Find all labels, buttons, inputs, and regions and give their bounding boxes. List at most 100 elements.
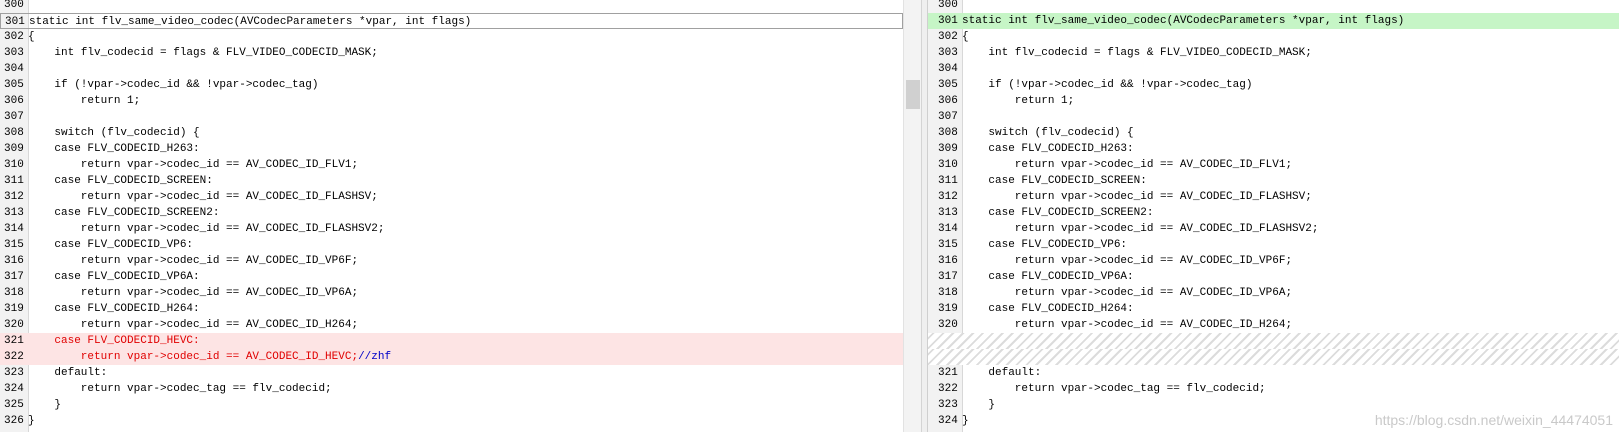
code-text: return vpar->codec_tag == flv_codecid; (28, 383, 332, 395)
code-text: switch (flv_codecid) { (28, 127, 200, 139)
left-code-line[interactable]: 315 case FLV_CODECID_VP6: (0, 237, 903, 253)
right-code-line[interactable]: 322 return vpar->codec_tag == flv_codeci… (928, 381, 1619, 397)
right-code-line[interactable]: 318 return vpar->codec_id == AV_CODEC_ID… (928, 285, 1619, 301)
line-number: 301 (938, 15, 958, 27)
line-number: 309 (938, 143, 958, 155)
code-text: } (28, 415, 35, 427)
line-number: 322 (4, 351, 24, 363)
left-code-line[interactable]: 324 return vpar->codec_tag == flv_codeci… (0, 381, 903, 397)
left-code-line[interactable]: 317 case FLV_CODECID_VP6A: (0, 269, 903, 285)
right-code-line[interactable]: 306 return 1; (928, 93, 1619, 109)
left-code-line[interactable]: 310 return vpar->codec_id == AV_CODEC_ID… (0, 157, 903, 173)
right-code-lines: 300 301 static int flv_same_video_codec(AV… (928, 0, 1619, 429)
code-text: case FLV_CODECID_VP6: (962, 239, 1128, 251)
right-code-line[interactable]: 314 return vpar->codec_id == AV_CODEC_ID… (928, 221, 1619, 237)
code-text: return vpar->codec_id == AV_CODEC_ID_FLA… (28, 223, 385, 235)
line-number: 313 (4, 207, 24, 219)
left-code-line[interactable]: 319 case FLV_CODECID_H264: (0, 301, 903, 317)
line-number: 311 (938, 175, 958, 187)
right-code-line[interactable]: 300 (928, 0, 1619, 13)
left-vertical-scrollbar[interactable] (903, 0, 922, 432)
code-text: switch (flv_codecid) { (962, 127, 1134, 139)
left-code-line[interactable]: 308 switch (flv_codecid) { (0, 125, 903, 141)
line-number: 306 (4, 95, 24, 107)
right-code-line[interactable] (928, 349, 1619, 365)
line-number: 312 (938, 191, 958, 203)
left-code-line[interactable]: 322 return vpar->codec_id == AV_CODEC_ID… (0, 349, 903, 365)
right-code-line[interactable]: 305 if (!vpar->codec_id && !vpar->codec_… (928, 77, 1619, 93)
line-number: 314 (938, 223, 958, 235)
left-code-line[interactable]: 318 return vpar->codec_id == AV_CODEC_ID… (0, 285, 903, 301)
left-code-line[interactable]: 314 return vpar->codec_id == AV_CODEC_ID… (0, 221, 903, 237)
line-number: 324 (4, 383, 24, 395)
right-code-line[interactable]: 317 case FLV_CODECID_VP6A: (928, 269, 1619, 285)
left-code-line[interactable]: 309 case FLV_CODECID_H263: (0, 141, 903, 157)
right-code-line[interactable]: 310 return vpar->codec_id == AV_CODEC_ID… (928, 157, 1619, 173)
right-code-line[interactable]: 309 case FLV_CODECID_H263: (928, 141, 1619, 157)
code-comment: //zhf (358, 351, 392, 363)
right-code-line[interactable]: 311 case FLV_CODECID_SCREEN: (928, 173, 1619, 189)
left-code-line[interactable]: 307 (0, 109, 903, 125)
line-number: 322 (938, 383, 958, 395)
right-code-line[interactable]: 321 default: (928, 365, 1619, 381)
line-number: 319 (938, 303, 958, 315)
right-code-line[interactable]: 319 case FLV_CODECID_H264: (928, 301, 1619, 317)
left-code-line[interactable]: 305 if (!vpar->codec_id && !vpar->codec_… (0, 77, 903, 93)
right-code-pane[interactable]: 300 301 static int flv_same_video_codec(AV… (928, 0, 1619, 432)
left-code-line[interactable]: 313 case FLV_CODECID_SCREEN2: (0, 205, 903, 221)
left-code-line[interactable]: 301 static int flv_same_video_codec(AVCod… (0, 13, 903, 29)
code-text: default: (962, 367, 1042, 379)
watermark-text: https://blog.csdn.net/weixin_44474051 (1374, 412, 1613, 428)
left-code-line[interactable]: 320 return vpar->codec_id == AV_CODEC_ID… (0, 317, 903, 333)
left-code-line[interactable]: 312 return vpar->codec_id == AV_CODEC_ID… (0, 189, 903, 205)
right-code-line[interactable]: 308 switch (flv_codecid) { (928, 125, 1619, 141)
right-code-line[interactable]: 316 return vpar->codec_id == AV_CODEC_ID… (928, 253, 1619, 269)
left-code-line[interactable]: 321 case FLV_CODECID_HEVC: (0, 333, 903, 349)
code-text: case FLV_CODECID_SCREEN: (962, 175, 1147, 187)
scrollbar-thumb[interactable] (906, 80, 920, 109)
left-code-line[interactable]: 302 { (0, 29, 903, 45)
pane-splitter[interactable] (921, 0, 928, 432)
line-number: 320 (4, 319, 24, 331)
left-code-line[interactable]: 303 int flv_codecid = flags & FLV_VIDEO_… (0, 45, 903, 61)
line-number: 321 (4, 335, 24, 347)
left-code-pane[interactable]: 300 301 static int flv_same_video_codec(AV… (0, 0, 903, 432)
code-text: return vpar->codec_id == AV_CODEC_ID_HEV… (28, 351, 359, 363)
right-code-line[interactable]: 303 int flv_codecid = flags & FLV_VIDEO_… (928, 45, 1619, 61)
right-code-line[interactable]: 307 (928, 109, 1619, 125)
right-code-line[interactable] (928, 333, 1619, 349)
left-code-line[interactable]: 325 } (0, 397, 903, 413)
right-code-line[interactable]: 301 static int flv_same_video_codec(AVCod… (928, 13, 1619, 29)
code-text: case FLV_CODECID_VP6: (28, 239, 194, 251)
left-code-line[interactable]: 306 return 1; (0, 93, 903, 109)
left-code-line[interactable]: 316 return vpar->codec_id == AV_CODEC_ID… (0, 253, 903, 269)
right-code-line[interactable]: 323 } (928, 397, 1619, 413)
right-code-line[interactable]: 315 case FLV_CODECID_VP6: (928, 237, 1619, 253)
line-number: 303 (4, 47, 24, 59)
right-code-line[interactable]: 312 return vpar->codec_id == AV_CODEC_ID… (928, 189, 1619, 205)
code-text: return vpar->codec_id == AV_CODEC_ID_FLV… (28, 159, 359, 171)
line-number: 319 (4, 303, 24, 315)
left-code-line[interactable]: 300 (0, 0, 903, 13)
line-number: 305 (938, 79, 958, 91)
line-number: 313 (938, 207, 958, 219)
right-code-line[interactable]: 320 return vpar->codec_id == AV_CODEC_ID… (928, 317, 1619, 333)
line-number: 310 (4, 159, 24, 171)
line-number: 316 (938, 255, 958, 267)
code-text: case FLV_CODECID_VP6A: (28, 271, 200, 283)
right-code-line[interactable]: 313 case FLV_CODECID_SCREEN2: (928, 205, 1619, 221)
left-code-line[interactable]: 311 case FLV_CODECID_SCREEN: (0, 173, 903, 189)
code-text: return vpar->codec_id == AV_CODEC_ID_FLV… (962, 159, 1293, 171)
line-number: 318 (4, 287, 24, 299)
line-number: 300 (4, 0, 24, 11)
right-code-line[interactable]: 302 { (928, 29, 1619, 45)
left-code-line[interactable]: 304 (0, 61, 903, 77)
code-text: return vpar->codec_id == AV_CODEC_ID_VP6… (962, 255, 1293, 267)
line-number: 325 (4, 399, 24, 411)
left-code-line[interactable]: 323 default: (0, 365, 903, 381)
code-text: { (962, 31, 969, 43)
code-text: int flv_codecid = flags & FLV_VIDEO_CODE… (962, 47, 1312, 59)
code-text: return vpar->codec_tag == flv_codecid; (962, 383, 1266, 395)
right-code-line[interactable]: 304 (928, 61, 1619, 77)
left-code-line[interactable]: 326} (0, 413, 903, 429)
